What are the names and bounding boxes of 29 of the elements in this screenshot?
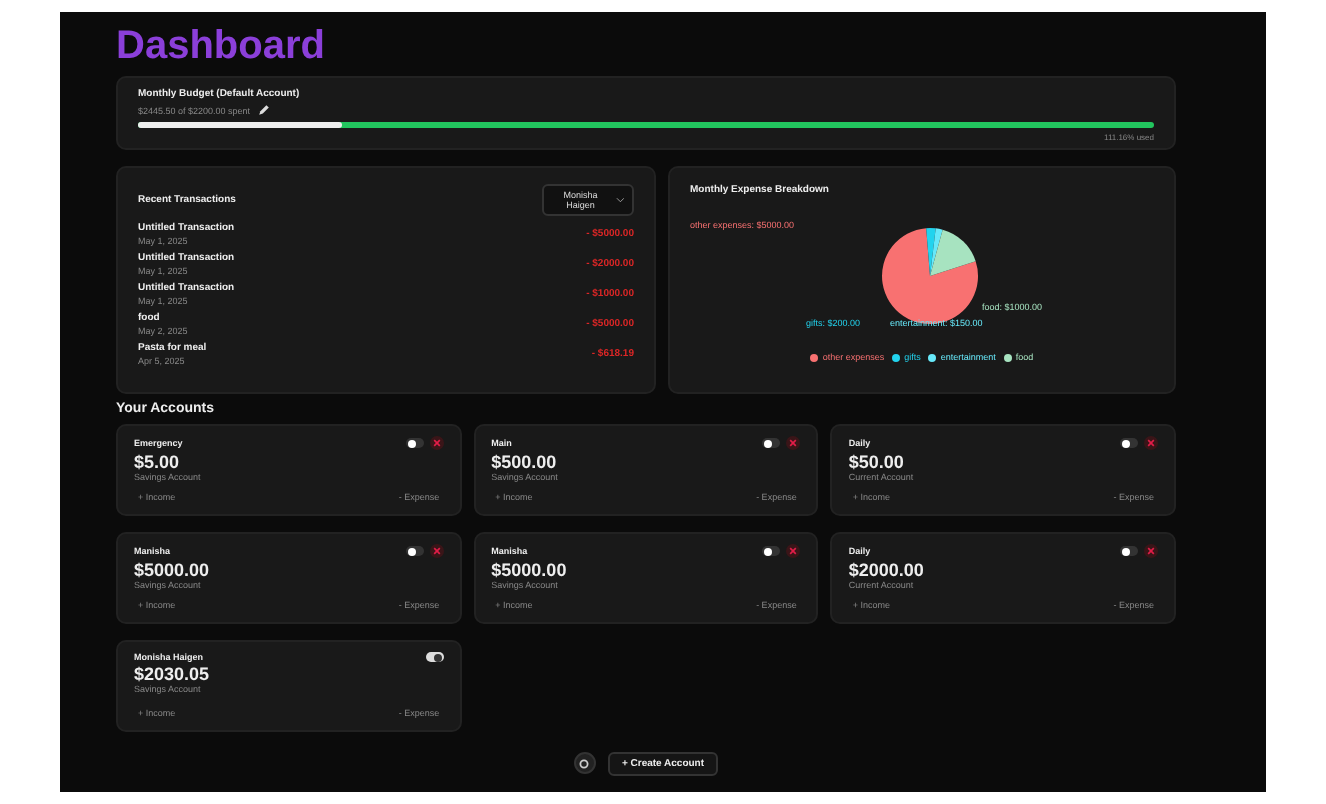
account-balance: $2000.00 <box>848 560 926 580</box>
settings-button[interactable] <box>573 752 596 774</box>
account-balance: $500.00 <box>491 452 559 472</box>
delete-icon[interactable] <box>786 436 801 450</box>
legend-dot <box>810 353 819 361</box>
account-balance: $50.00 <box>848 452 906 472</box>
account-balance: $2030.05 <box>134 664 212 684</box>
account-toggle[interactable] <box>1120 546 1138 556</box>
account-balance: $5.00 <box>134 452 182 472</box>
account-balance: $5000.00 <box>491 560 569 580</box>
legend-dot <box>892 353 901 361</box>
account-balance: $5000.00 <box>134 560 212 580</box>
edit-icon[interactable] <box>258 104 271 116</box>
chevron-down-icon <box>615 196 624 204</box>
legend-dot <box>1003 353 1012 361</box>
page-title: Dashboard <box>116 24 327 68</box>
account-toggle[interactable] <box>405 546 424 556</box>
delete-icon[interactable] <box>429 436 444 450</box>
delete-icon[interactable] <box>429 544 444 558</box>
delete-icon[interactable] <box>1144 436 1158 450</box>
account-toggle[interactable] <box>762 546 781 556</box>
delete-icon[interactable] <box>786 544 801 558</box>
account-toggle[interactable] <box>405 438 424 448</box>
circle-icon <box>578 757 591 769</box>
account-toggle[interactable] <box>1120 438 1138 448</box>
delete-icon[interactable] <box>1144 544 1158 558</box>
legend-dot <box>928 353 937 361</box>
account-toggle[interactable] <box>762 438 781 448</box>
account-toggle[interactable] <box>425 652 444 662</box>
